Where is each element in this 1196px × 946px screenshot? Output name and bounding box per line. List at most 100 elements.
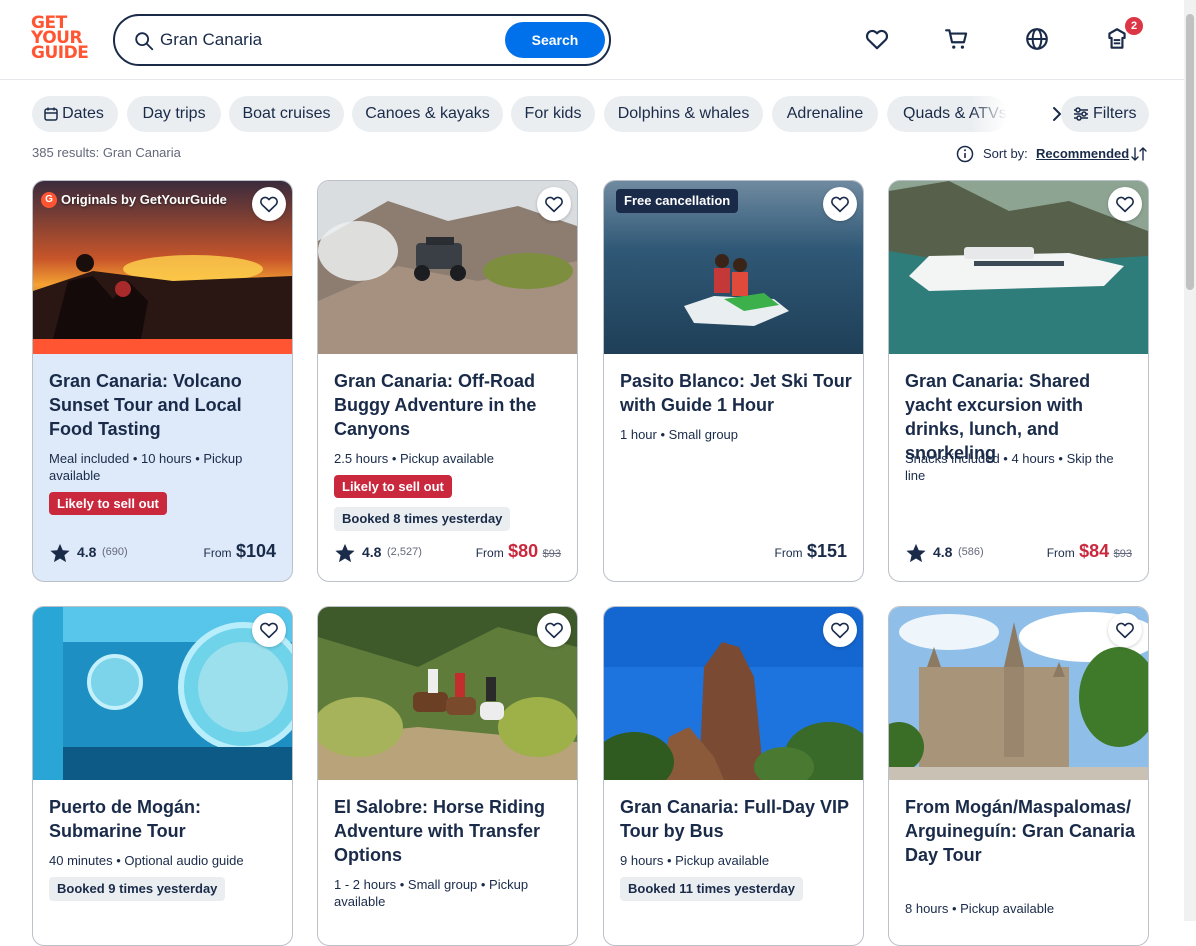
price-amount: $104 [235, 541, 276, 561]
wishlist-button[interactable] [1108, 613, 1142, 647]
info-icon[interactable] [956, 145, 974, 163]
sort-value[interactable]: Recommended [1036, 146, 1129, 161]
activity-card[interactable]: Free cancellation Pasito Blanco: Jet Ski… [603, 180, 864, 582]
heart-icon [545, 622, 563, 639]
likely-to-sell-out-badge: Likely to sell out [49, 492, 167, 515]
wishlist-button[interactable] [1108, 187, 1142, 221]
price-from-label: From [1046, 546, 1075, 560]
search-icon [135, 32, 154, 51]
activity-title[interactable]: From Mogán/Maspalomas/Arguineguín: Gran … [905, 795, 1137, 867]
original-price: $93 [1113, 548, 1132, 560]
wishlist-button[interactable] [823, 187, 857, 221]
chip-label: Dates [62, 105, 104, 122]
search-button[interactable]: Search [505, 22, 605, 58]
activity-card[interactable]: G Originals by GetYourGuide Gran Canaria:… [32, 180, 293, 582]
chip-for-kids[interactable]: For kids [511, 96, 595, 132]
price-amount: $151 [806, 541, 847, 561]
activity-title[interactable]: Pasito Blanco: Jet Ski Tour with Guide 1… [620, 369, 852, 417]
heart-icon [260, 196, 278, 213]
heart-icon [545, 196, 563, 213]
wishlist-button[interactable] [823, 613, 857, 647]
chip-adrenaline[interactable]: Adrenaline [772, 96, 878, 132]
sort-arrows-icon[interactable] [1130, 145, 1148, 163]
search-bar: Search [113, 14, 611, 66]
calendar-icon [44, 107, 58, 121]
activity-card[interactable]: Gran Canaria: Shared yacht excursion wit… [888, 180, 1149, 582]
wishlist-heart-icon[interactable] [864, 26, 890, 52]
heart-icon [831, 622, 849, 639]
star-icon [335, 543, 355, 563]
free-cancellation-badge: Free cancellation [616, 189, 739, 213]
sort-label: Sort by: [983, 146, 1028, 161]
wishlist-button[interactable] [252, 187, 286, 221]
activity-title[interactable]: El Salobre: Horse Riding Adventure with … [334, 795, 566, 867]
cart-icon[interactable] [944, 26, 970, 52]
price-amount: $80 [508, 541, 539, 561]
price: From $104 [204, 541, 277, 565]
activity-card[interactable]: El Salobre: Horse Riding Adventure with … [317, 606, 578, 946]
scrollbar-thumb[interactable] [1186, 14, 1194, 290]
activity-card[interactable]: Gran Canaria: Full-Day VIP Tour by Bus 9… [603, 606, 864, 946]
originals-label: Originals by GetYourGuide [61, 192, 227, 207]
likely-to-sell-out-badge: Likely to sell out [334, 475, 452, 498]
wishlist-button[interactable] [537, 187, 571, 221]
chip-dates[interactable]: Dates [32, 96, 118, 132]
activity-title[interactable]: Gran Canaria: Off-Road Buggy Adventure i… [334, 369, 566, 441]
originals-g-icon: G [41, 192, 57, 208]
price: From $80 $93 [476, 541, 561, 565]
original-price: $93 [542, 548, 561, 560]
chip-canoes-kayaks[interactable]: Canoes & kayaks [352, 96, 503, 132]
originals-badge: G Originals by GetYourGuide [41, 191, 227, 209]
activity-meta: 40 minutes • Optional audio guide [49, 853, 244, 868]
price-from-label: From [203, 546, 232, 560]
booked-count-badge: Booked 9 times yesterday [49, 877, 226, 901]
wishlist-button[interactable] [252, 613, 286, 647]
price: From $151 [775, 541, 848, 565]
rating-value: 4.8 [362, 544, 382, 560]
filters-button[interactable]: Filters [1061, 96, 1149, 132]
filters-sliders-icon [1074, 107, 1088, 121]
review-count: (2,527) [387, 546, 422, 558]
activity-meta: 1 hour • Small group [620, 427, 739, 442]
heart-icon [1116, 196, 1134, 213]
language-globe-icon[interactable] [1024, 26, 1050, 52]
price-amount: $84 [1079, 541, 1110, 561]
cart-count-badge: 2 [1125, 17, 1143, 35]
wishlist-button[interactable] [537, 613, 571, 647]
activity-title[interactable]: Puerto de Mogán: Submarine Tour [49, 795, 281, 843]
chip-quads-atvs[interactable]: Quads & ATVs [887, 96, 1007, 132]
getyourguide-logo[interactable]: GET YOUR GUIDE [31, 15, 91, 64]
activity-meta: Meal included • 10 hours • Pickup availa… [49, 451, 243, 483]
search-input[interactable] [160, 26, 500, 54]
results-count: 385 results: Gran Canaria [32, 145, 181, 160]
chip-dolphins-whales[interactable]: Dolphins & whales [604, 96, 763, 132]
top-header: GET YOUR GUIDE Search 2 [0, 0, 1184, 80]
activity-title[interactable]: Gran Canaria: Full-Day VIP Tour by Bus [620, 795, 852, 843]
activity-meta: 9 hours • Pickup available [620, 853, 770, 868]
activity-meta: 8 hours • Pickup available [905, 901, 1055, 916]
activity-card[interactable]: Puerto de Mogán: Submarine Tour 40 minut… [32, 606, 293, 946]
activity-card[interactable]: Gran Canaria: Off-Road Buggy Adventure i… [317, 180, 578, 582]
rating-value: 4.8 [933, 544, 953, 560]
page-scrollbar[interactable] [1184, 0, 1196, 921]
activity-card[interactable]: From Mogán/Maspalomas/Arguineguín: Gran … [888, 606, 1149, 946]
chip-day-trips[interactable]: Day trips [127, 96, 221, 132]
star-icon [906, 543, 926, 563]
star-icon [50, 543, 70, 563]
heart-icon [1116, 622, 1134, 639]
chip-boat-cruises[interactable]: Boat cruises [229, 96, 344, 132]
category-chips: Dates Day trips Boat cruises Canoes & ka… [32, 96, 1152, 132]
review-count: (690) [102, 546, 128, 558]
rating-value: 4.8 [77, 544, 97, 560]
price-from-label: From [774, 546, 803, 560]
originals-accent-bar [33, 339, 292, 354]
activity-meta: 1 - 2 hours • Small group • Pickup avail… [334, 877, 529, 909]
activity-title[interactable]: Gran Canaria: Volcano Sunset Tour and Lo… [49, 369, 281, 441]
booked-count-badge: Booked 8 times yesterday [334, 507, 511, 531]
heart-icon [831, 196, 849, 213]
review-count: (586) [958, 546, 984, 558]
logo-line-3: GUIDE [31, 43, 89, 63]
price: From $84 $93 [1047, 541, 1132, 565]
activity-meta: 2.5 hours • Pickup available [334, 451, 494, 466]
filters-label: Filters [1093, 105, 1137, 122]
